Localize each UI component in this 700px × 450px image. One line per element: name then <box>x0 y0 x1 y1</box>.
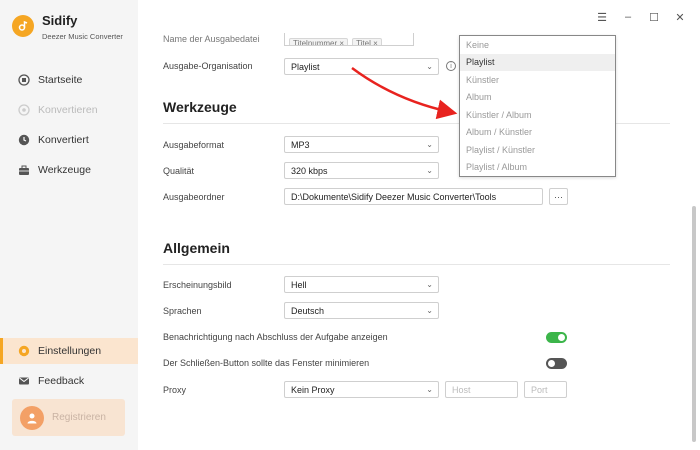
dropdown-option-selected[interactable]: Playlist <box>460 53 615 71</box>
format-label: Ausgabeformat <box>163 140 225 150</box>
chevron-down-icon: ⌄ <box>426 166 433 175</box>
quality-select[interactable]: 320 kbps ⌄ <box>284 162 439 179</box>
sidebar-item-konvertiert[interactable]: Konvertiert <box>0 127 138 153</box>
sidebar-item-feedback[interactable]: Feedback <box>0 368 138 394</box>
format-value: MP3 <box>291 139 310 150</box>
notify-label: Benachrichtigung nach Abschluss der Aufg… <box>163 332 388 342</box>
home-icon <box>18 74 30 86</box>
dropdown-option[interactable]: Playlist / Künstler <box>460 141 615 159</box>
port-input[interactable]: Port <box>524 381 567 398</box>
app-name: Sidify <box>42 13 78 28</box>
host-input[interactable]: Host <box>445 381 518 398</box>
app-subtitle: Deezer Music Converter <box>42 32 123 41</box>
appearance-label: Erscheinungsbild <box>163 280 232 290</box>
filename-tags[interactable]: Titelnummer × Titel × <box>284 33 414 46</box>
section-divider <box>163 264 670 265</box>
chevron-down-icon: ⌄ <box>426 385 433 394</box>
section-title-werkzeuge: Werkzeuge <box>163 99 237 115</box>
dropdown-option[interactable]: Playlist / Album <box>460 159 615 177</box>
close-label: Der Schließen-Button sollte das Fenster … <box>163 358 370 368</box>
toolbox-icon <box>18 164 30 176</box>
toggle-knob <box>548 360 555 367</box>
sidebar-item-label: Konvertiert <box>38 134 89 146</box>
app-logo-icon <box>12 15 34 37</box>
proxy-label: Proxy <box>163 385 187 395</box>
proxy-select[interactable]: Kein Proxy ⌄ <box>284 381 439 398</box>
language-label: Sprachen <box>163 306 202 316</box>
toggle-knob <box>558 334 565 341</box>
organisation-dropdown: Keine Playlist Künstler Album Künstler /… <box>459 35 616 177</box>
sidebar-item-label: Startseite <box>38 74 83 86</box>
dropdown-option[interactable]: Künstler <box>460 71 615 89</box>
sidebar-item-startseite[interactable]: Startseite <box>0 67 138 93</box>
avatar-icon <box>20 405 44 430</box>
organisation-select[interactable]: Playlist ⌄ <box>284 58 439 75</box>
folder-field[interactable]: D:\Dokumente\Sidify Deezer Music Convert… <box>284 188 543 205</box>
organisation-value: Playlist <box>291 61 320 72</box>
chevron-down-icon: ⌄ <box>426 280 433 289</box>
scrollbar[interactable] <box>692 206 696 442</box>
dropdown-option[interactable]: Künstler / Album <box>460 106 615 124</box>
format-select[interactable]: MP3 ⌄ <box>284 136 439 153</box>
dropdown-option[interactable]: Album <box>460 89 615 107</box>
language-select[interactable]: Deutsch ⌄ <box>284 302 439 319</box>
quality-value: 320 kbps <box>291 165 328 176</box>
chevron-down-icon: ⌄ <box>426 62 433 71</box>
filename-label: Name der Ausgabedatei <box>163 34 260 44</box>
sidebar: Sidify Deezer Music Converter Startseite… <box>0 0 138 450</box>
organisation-label: Ausgabe-Organisation <box>163 61 253 71</box>
minimize-icon[interactable]: – <box>622 10 634 24</box>
gear-icon <box>18 345 30 357</box>
quality-label: Qualität <box>163 166 195 176</box>
notify-toggle[interactable] <box>546 332 567 343</box>
tag-chip[interactable]: Titel × <box>352 38 382 45</box>
browse-button[interactable]: ··· <box>549 188 568 205</box>
window-controls: ☰ – ☐ ✕ <box>596 10 686 24</box>
maximize-icon[interactable]: ☐ <box>648 10 660 24</box>
tag-chip[interactable]: Titelnummer × <box>289 38 349 45</box>
active-indicator <box>0 338 3 364</box>
appearance-value: Hell <box>291 279 307 290</box>
sidebar-item-konvertieren[interactable]: Konvertieren <box>0 97 138 123</box>
sidebar-item-einstellungen[interactable]: Einstellungen <box>0 338 138 364</box>
sidebar-item-label: Werkzeuge <box>38 164 91 176</box>
language-value: Deutsch <box>291 305 325 316</box>
convert-icon <box>18 104 30 116</box>
mail-icon <box>18 375 30 387</box>
menu-icon[interactable]: ☰ <box>596 10 608 24</box>
dropdown-option[interactable]: Album / Künstler <box>460 124 615 142</box>
brand: Sidify Deezer Music Converter <box>12 13 123 43</box>
chevron-down-icon: ⌄ <box>426 140 433 149</box>
register-label: Registrieren <box>52 412 106 423</box>
close-icon[interactable]: ✕ <box>674 10 686 24</box>
clock-icon <box>18 134 30 146</box>
sidebar-item-werkzeuge[interactable]: Werkzeuge <box>0 157 138 183</box>
sidebar-item-label: Konvertieren <box>38 104 98 116</box>
proxy-value: Kein Proxy <box>291 384 335 395</box>
section-title-allgemein: Allgemein <box>163 240 230 256</box>
minimize-toggle[interactable] <box>546 358 567 369</box>
dropdown-option[interactable]: Keine <box>460 36 615 54</box>
folder-label: Ausgabeordner <box>163 192 225 202</box>
info-icon[interactable]: i <box>446 61 456 71</box>
register-button[interactable]: Registrieren <box>12 399 125 436</box>
appearance-select[interactable]: Hell ⌄ <box>284 276 439 293</box>
sidebar-item-label: Einstellungen <box>38 345 102 357</box>
chevron-down-icon: ⌄ <box>426 306 433 315</box>
sidebar-item-label: Feedback <box>38 375 85 387</box>
